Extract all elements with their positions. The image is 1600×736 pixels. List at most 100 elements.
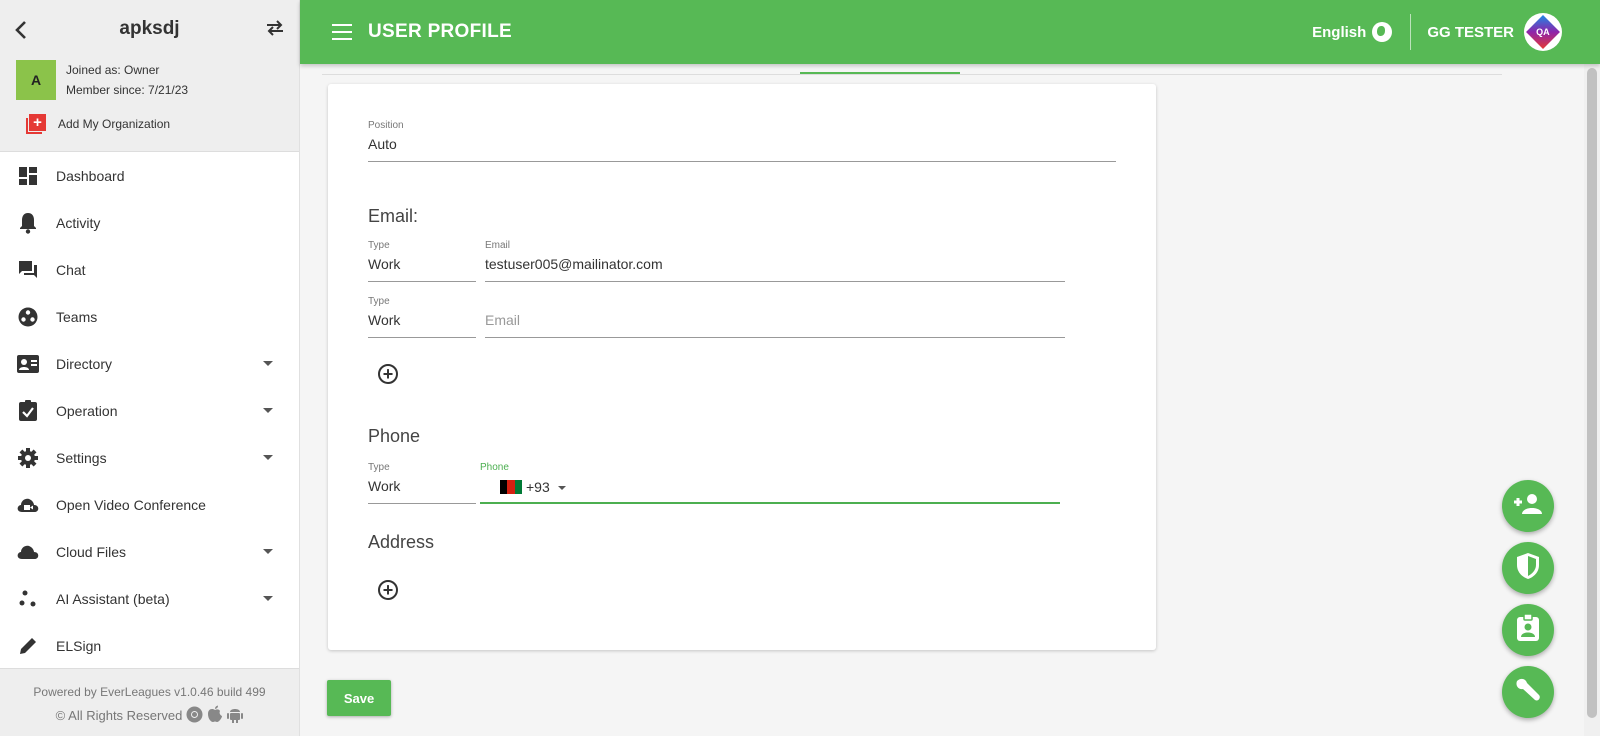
email-type-label: Type	[368, 296, 390, 307]
globe-icon	[1372, 22, 1393, 42]
wrench-icon	[1514, 676, 1542, 709]
plus-icon: +	[382, 364, 394, 384]
sidebar-org-header: apksdj A Joined as: Owner Member since: …	[0, 0, 299, 152]
email-label	[485, 296, 1065, 307]
chevron-down-icon[interactable]	[557, 486, 566, 490]
rights-text: © All Rights Reserved	[55, 708, 183, 723]
add-library-icon: +	[26, 114, 46, 134]
add-user-fab[interactable]	[1502, 480, 1554, 532]
sidebar-item-label: Activity	[56, 214, 101, 231]
sidebar-item-label: AI Assistant (beta)	[56, 590, 170, 607]
clipboard-check-icon	[17, 400, 39, 422]
email-type-select[interactable]: Type Work	[368, 240, 476, 282]
sidebar-item-cloud-files[interactable]: Cloud Files	[0, 528, 299, 575]
sidebar: apksdj A Joined as: Owner Member since: …	[0, 0, 300, 736]
shield-icon	[1516, 552, 1540, 585]
language-selector[interactable]: English	[1312, 22, 1393, 42]
email-input[interactable]: testuser005@mailinator.com	[485, 256, 1065, 282]
top-app-bar: USER PROFILE English GG TESTER QA	[300, 0, 1600, 64]
sidebar-item-dashboard[interactable]: Dashboard	[0, 152, 299, 199]
chevron-down-icon[interactable]	[263, 360, 273, 366]
sidebar-item-label: Cloud Files	[56, 543, 127, 560]
sidebar-footer: Powered by EverLeagues v1.0.46 build 499…	[0, 668, 299, 736]
email-type-value[interactable]: Work	[368, 256, 476, 282]
add-address-button[interactable]: +	[378, 580, 398, 600]
tab-bar-divider	[322, 74, 1502, 75]
sidebar-item-settings[interactable]: Settings	[0, 434, 299, 481]
joined-as-text: Joined as: Owner	[66, 63, 160, 77]
powered-by-text: Powered by EverLeagues v1.0.46 build 499	[33, 685, 266, 699]
chat-icon	[17, 259, 39, 281]
email-input-placeholder[interactable]: Email	[485, 312, 1065, 338]
email-type-label: Type	[368, 240, 390, 251]
chevron-down-icon[interactable]	[263, 407, 273, 413]
email-field-2[interactable]: Email	[485, 296, 1065, 338]
avatar-logo-text: QA	[1536, 27, 1550, 37]
apple-icon[interactable]	[207, 705, 223, 726]
cloud-icon	[17, 541, 39, 563]
sidebar-item-label: Open Video Conference	[56, 496, 206, 513]
phone-type-value[interactable]: Work	[368, 478, 476, 504]
sidebar-item-label: Operation	[56, 402, 118, 419]
email-type-value[interactable]: Work	[368, 312, 476, 338]
sidebar-item-video-conference[interactable]: Open Video Conference	[0, 481, 299, 528]
language-label: English	[1312, 23, 1367, 41]
save-button[interactable]: Save	[327, 680, 391, 716]
person-add-icon	[1513, 493, 1543, 520]
email-label: Email	[485, 240, 511, 251]
badge-fab[interactable]	[1502, 604, 1554, 656]
video-cloud-icon	[17, 494, 39, 516]
sidebar-item-label: Directory	[56, 355, 113, 372]
active-tab-indicator	[800, 72, 960, 74]
org-avatar: A	[16, 60, 56, 100]
sidebar-item-directory[interactable]: Directory	[0, 340, 299, 387]
vertical-scrollbar[interactable]	[1584, 64, 1600, 736]
pen-icon	[17, 635, 39, 657]
user-name[interactable]: GG TESTER	[1427, 24, 1514, 41]
header-divider	[1410, 14, 1412, 50]
user-avatar[interactable]: QA	[1524, 13, 1562, 51]
phone-input[interactable]: +93	[480, 478, 1060, 504]
chevron-down-icon[interactable]	[263, 454, 273, 460]
chrome-icon[interactable]	[186, 706, 203, 726]
position-field[interactable]: Position Auto	[368, 120, 1116, 162]
sidebar-item-label: ELSign	[56, 637, 102, 654]
add-organization-link[interactable]: + Add My Organization	[26, 114, 170, 134]
sidebar-item-teams[interactable]: Teams	[0, 293, 299, 340]
sidebar-item-operation[interactable]: Operation	[0, 387, 299, 434]
chevron-down-icon[interactable]	[263, 548, 273, 554]
phone-type-label: Type	[368, 462, 390, 473]
page-title: USER PROFILE	[368, 21, 513, 42]
sidebar-item-ai-assistant[interactable]: AI Assistant (beta)	[0, 575, 299, 622]
id-badge-icon	[1516, 612, 1540, 647]
position-label: Position	[368, 120, 404, 131]
dashboard-icon	[17, 165, 39, 187]
scrollbar-thumb[interactable]	[1587, 68, 1597, 718]
hamburger-menu-icon[interactable]	[332, 24, 352, 40]
phone-label: Phone	[480, 462, 509, 473]
email-field[interactable]: Email testuser005@mailinator.com	[485, 240, 1065, 282]
gear-icon	[17, 447, 39, 469]
ai-dots-icon	[17, 588, 39, 610]
android-icon[interactable]	[227, 705, 244, 726]
sidebar-item-elsign[interactable]: ELSign	[0, 622, 299, 669]
sidebar-item-activity[interactable]: Activity	[0, 199, 299, 246]
sidebar-item-label: Chat	[56, 261, 86, 278]
position-input[interactable]: Auto	[368, 136, 1116, 162]
email-section-title: Email:	[368, 206, 419, 226]
sidebar-item-label: Settings	[56, 449, 107, 466]
phone-type-select[interactable]: Type Work	[368, 462, 476, 504]
email-type-select-2[interactable]: Type Work	[368, 296, 476, 338]
security-fab[interactable]	[1502, 542, 1554, 594]
address-section-title: Address	[368, 532, 435, 552]
sidebar-item-chat[interactable]: Chat	[0, 246, 299, 293]
chevron-down-icon[interactable]	[263, 595, 273, 601]
add-email-button[interactable]: +	[378, 364, 398, 384]
bell-icon	[17, 212, 39, 234]
tools-fab[interactable]	[1502, 666, 1554, 718]
switch-org-icon[interactable]	[265, 20, 285, 41]
country-code[interactable]: +93	[526, 479, 550, 495]
phone-field[interactable]: Phone +93	[480, 462, 1060, 504]
afghanistan-flag-icon[interactable]	[500, 480, 522, 494]
sidebar-item-label: Teams	[56, 308, 98, 325]
